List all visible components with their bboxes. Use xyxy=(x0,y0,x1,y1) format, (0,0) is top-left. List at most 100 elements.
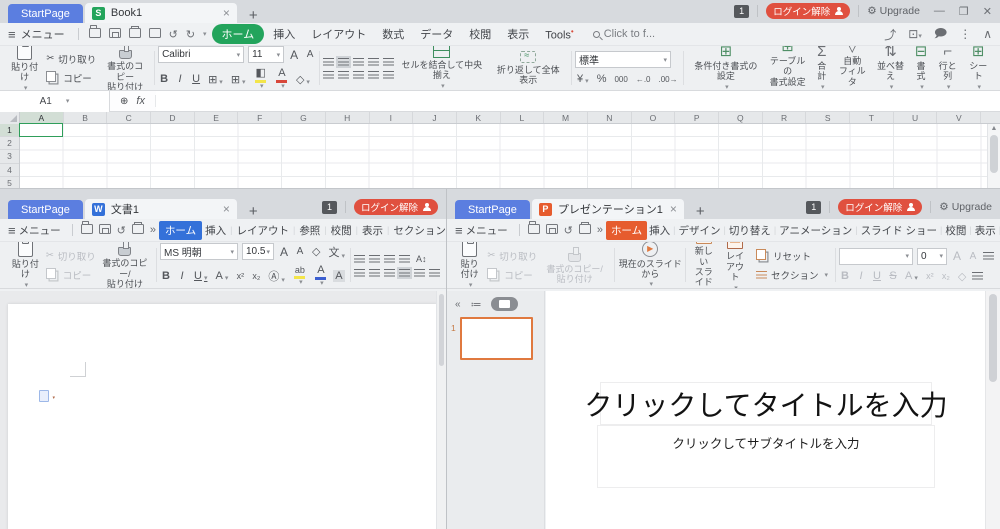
italic-button[interactable]: I xyxy=(174,73,186,85)
font-color-button[interactable]: A xyxy=(903,270,920,282)
grow-font-button[interactable]: A xyxy=(278,245,290,259)
conditional-format-button[interactable]: ⊞条件付き書式の設定 xyxy=(691,45,762,91)
sheet-tab-book1[interactable]: S Book1 × xyxy=(85,3,237,23)
column-header-T[interactable]: T xyxy=(850,112,894,123)
italic-button[interactable]: I xyxy=(176,270,188,282)
autofilter-button[interactable]: ▽自動 フィルタ xyxy=(837,45,868,91)
column-header-E[interactable]: E xyxy=(195,112,239,123)
ppt-tab-slideshow[interactable]: スライド ショー xyxy=(859,221,939,240)
scrollbar-thumb[interactable] xyxy=(990,135,998,173)
increase-indent-icon[interactable] xyxy=(399,255,410,263)
bold-button[interactable]: B xyxy=(158,73,170,85)
row-header-5[interactable]: 5 xyxy=(0,177,19,189)
column-header-P[interactable]: P xyxy=(675,112,719,123)
column-header-U[interactable]: U xyxy=(894,112,938,123)
writer-tab-section[interactable]: セクション xyxy=(390,221,447,240)
ppt-tab-view[interactable]: 表示 xyxy=(973,221,998,240)
slide-view-toggle[interactable] xyxy=(491,297,518,311)
hamburger-icon[interactable]: ≡ xyxy=(8,223,16,238)
subscript-button[interactable]: x₂ xyxy=(250,271,262,281)
open-file-icon[interactable] xyxy=(86,28,104,41)
ppt-vertical-scrollbar[interactable] xyxy=(985,291,1000,529)
zoom-formula-icon[interactable]: ⊕ xyxy=(120,96,128,107)
paragraph-settings-icon[interactable]: A↕ xyxy=(414,254,429,264)
share-icon[interactable]: ⤴ xyxy=(884,26,896,43)
sheet-doc-count-badge[interactable]: 1 xyxy=(734,5,749,18)
rows-columns-button[interactable]: ⌐行と列 xyxy=(936,45,960,91)
column-header-R[interactable]: R xyxy=(763,112,807,123)
table-format-button[interactable]: ⊞テーブルの 書式設定 xyxy=(768,45,807,91)
sheet-vertical-scrollbar[interactable]: ▲ xyxy=(987,124,1000,189)
worksheet-button[interactable]: ⊞シート xyxy=(966,45,990,91)
save-icon[interactable] xyxy=(106,28,124,41)
sheet-tab-data[interactable]: データ xyxy=(413,24,460,44)
subtitle-placeholder[interactable]: クリックしてサブタイトルを入力 xyxy=(597,425,935,488)
select-all-corner[interactable] xyxy=(0,112,20,124)
writer-tab-layout[interactable]: レイアウト xyxy=(233,221,292,240)
format-button[interactable]: ⊟書式 xyxy=(913,45,929,91)
italic-button[interactable]: I xyxy=(855,270,867,282)
paste-button[interactable]: 貼り付け xyxy=(10,45,39,91)
outline-view-icon[interactable]: ≔ xyxy=(471,298,481,311)
save-icon[interactable] xyxy=(96,224,114,237)
column-header-I[interactable]: I xyxy=(370,112,414,123)
writer-tab-startpage[interactable]: StartPage xyxy=(8,200,83,219)
writer-logout-button[interactable]: ログイン解除 xyxy=(354,199,438,215)
kebab-menu-icon[interactable]: ⋮ xyxy=(959,27,971,41)
clear-format-button[interactable]: ◇ xyxy=(310,245,322,258)
sheet-tab-layout[interactable]: レイアウト xyxy=(304,24,373,44)
decrease-decimal-button[interactable]: .00→ xyxy=(657,75,680,84)
ppt-tab-animations[interactable]: アニメーション xyxy=(777,221,854,240)
cut-button[interactable]: ✂ 切り取り xyxy=(487,249,537,263)
char-shading-button[interactable]: A xyxy=(333,270,345,282)
borders-button[interactable]: ⊞ xyxy=(206,73,225,86)
sheet-tab-close-icon[interactable]: × xyxy=(223,7,230,19)
column-header-N[interactable]: N xyxy=(588,112,632,123)
increase-indent-icon[interactable] xyxy=(383,58,394,66)
align-left-icon[interactable] xyxy=(972,272,983,280)
circled-char-button[interactable]: Ⓐ xyxy=(266,268,287,284)
window-layout-icon[interactable]: ⊡▾ xyxy=(908,27,922,41)
column-header-L[interactable]: L xyxy=(501,112,545,123)
writer-menu-button[interactable]: メニュー xyxy=(19,223,61,238)
clear-format-button[interactable]: ◇ xyxy=(294,73,312,86)
slide-thumbnail-1[interactable] xyxy=(460,317,533,360)
sheet-tab-insert[interactable]: 挿入 xyxy=(266,24,302,44)
open-file-icon[interactable] xyxy=(525,224,543,237)
decrease-indent-icon[interactable] xyxy=(368,58,379,66)
scrollbar-thumb[interactable] xyxy=(439,294,444,366)
scrollbar-thumb[interactable] xyxy=(989,294,997,382)
row-header-3[interactable]: 3 xyxy=(0,150,19,163)
align-left-icon[interactable] xyxy=(323,71,334,79)
ppt-tab-home[interactable]: ホーム xyxy=(606,221,647,240)
column-header-O[interactable]: O xyxy=(632,112,676,123)
column-header-J[interactable]: J xyxy=(413,112,457,123)
cut-button[interactable]: ✂ 切り取り xyxy=(46,52,96,66)
layout-button[interactable]: レイアウト xyxy=(722,241,748,289)
ppt-new-tab-button[interactable]: + xyxy=(696,204,705,219)
column-header-K[interactable]: K xyxy=(457,112,501,123)
page-options-icon[interactable] xyxy=(39,390,49,402)
copy-button[interactable]: コピー xyxy=(46,268,92,282)
character-tool-button[interactable]: 文 xyxy=(326,244,347,260)
new-slide-button[interactable]: 新しい スライド xyxy=(693,241,714,289)
writer-doc-count-badge[interactable]: 1 xyxy=(322,201,337,214)
column-header-D[interactable]: D xyxy=(151,112,195,123)
align-right-icon[interactable] xyxy=(384,269,395,277)
font-color-button[interactable]: A xyxy=(313,265,329,287)
document-page[interactable] xyxy=(8,304,437,529)
sheet-tab-home[interactable]: ホーム xyxy=(212,24,265,44)
highlight-button[interactable]: ab xyxy=(291,266,309,286)
print-icon[interactable] xyxy=(126,28,144,41)
copy-button[interactable]: コピー xyxy=(46,71,92,85)
currency-style-button[interactable]: ¥ xyxy=(575,73,591,85)
subscript-button[interactable]: x₂ xyxy=(940,271,952,281)
wrap-text-button[interactable]: 折り返して全体表示 xyxy=(493,51,565,86)
print-icon[interactable] xyxy=(129,224,147,237)
cut-button[interactable]: ✂ 切り取り xyxy=(46,249,96,263)
collapse-panel-icon[interactable]: « xyxy=(455,299,461,310)
sheet-upgrade-button[interactable]: ⚙ Upgrade xyxy=(867,5,920,17)
strikethrough-button[interactable]: S xyxy=(887,270,899,282)
sheet-tab-tools[interactable]: Tools• xyxy=(538,25,581,44)
writer-tab-home[interactable]: ホーム xyxy=(159,221,202,240)
